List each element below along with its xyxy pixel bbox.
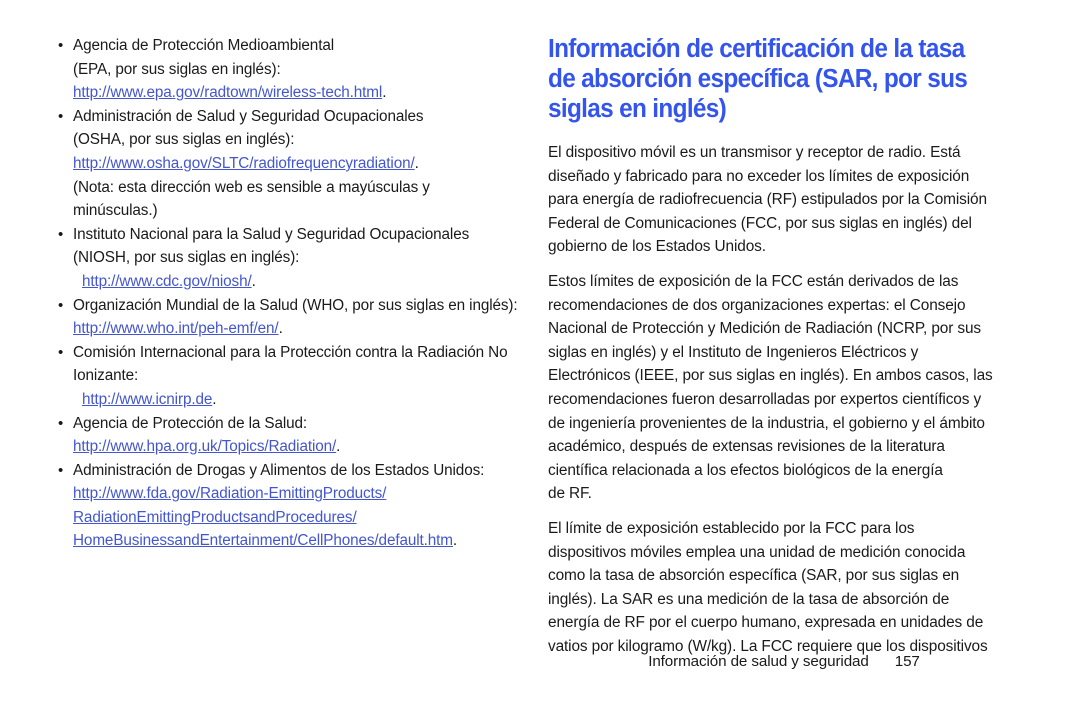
body-paragraph-line: siglas en inglés) y el Instituto de Inge… xyxy=(548,343,919,361)
section-heading-line: siglas en inglés) xyxy=(548,95,727,123)
body-paragraph-line: Nacional de Protección y Medición de Rad… xyxy=(548,320,981,338)
reference-text-line: Agencia de Protección Medioambiental xyxy=(73,37,334,54)
bullet-icon: • xyxy=(58,414,64,432)
reference-url-line: RadiationEmittingProductsandProcedures/ xyxy=(73,506,528,530)
list-item: • Instituto Nacional para la Salud y Segu… xyxy=(58,223,528,294)
bullet-icon: • xyxy=(58,343,64,361)
document-page: • Agencia de Protección Medioambiental (EP… xyxy=(0,0,1080,720)
section-heading-line: Información de certificación de la tasa xyxy=(548,35,965,63)
body-paragraph-line: científica relacionada a los efectos bio… xyxy=(548,461,943,479)
left-column: • Agencia de Protección Medioambiental (EP… xyxy=(58,34,528,553)
body-paragraph-line: académico, después de extensas revisione… xyxy=(548,438,945,456)
body-paragraph-line: inglés). La SAR es una medición de la ta… xyxy=(548,590,950,608)
bullet-icon: • xyxy=(58,461,64,479)
bullet-icon: • xyxy=(58,225,64,243)
reference-text-line: Organización Mundial de la Salud (WHO, p… xyxy=(73,296,518,314)
reference-url-line: http://www.fda.gov/Radiation-EmittingPro… xyxy=(73,482,528,506)
body-paragraph-line: como la tasa de absorción específica (SA… xyxy=(548,567,960,585)
reference-url-line: http://www.hpa.org.uk/Topics/Radiation/. xyxy=(73,435,528,459)
right-column: Información de certificación de la tasa d… xyxy=(548,34,1020,669)
reference-url-line: HomeBusinessandEntertainment/CellPhones/… xyxy=(73,529,528,553)
body-paragraph-line: Federal de Comunicaciones (FCC, por sus … xyxy=(548,214,972,232)
reference-link[interactable]: http://www.cdc.gov/niosh/ xyxy=(82,273,252,290)
reference-link[interactable]: http://www.epa.gov/radtown/wireless-tech… xyxy=(73,84,382,101)
body-paragraph: El dispositivo móvil es un transmisor y … xyxy=(548,141,1020,259)
list-item: • Agencia de Protección de la Salud: http:… xyxy=(58,412,528,459)
bullet-icon: • xyxy=(58,37,64,54)
list-item: • Comisión Internacional para la Protecci… xyxy=(58,341,528,412)
page-footer: Información de salud y seguridad 157 xyxy=(548,652,1020,672)
reference-link[interactable]: HomeBusinessandEntertainment/CellPhones/… xyxy=(73,532,453,549)
reference-text-line: Administración de Salud y Seguridad Ocup… xyxy=(73,107,424,125)
reference-text-line: (EPA, por sus siglas en inglés): xyxy=(73,60,281,78)
body-paragraph-line: de ingeniería provenientes de la industr… xyxy=(548,414,985,432)
body-paragraph-line: gobierno de los Estados Unidos. xyxy=(548,238,766,256)
list-item: • Administración de Salud y Seguridad Ocu… xyxy=(58,105,528,223)
reference-url-line: http://www.icnirp.de. xyxy=(73,388,528,412)
reference-link[interactable]: http://www.who.int/peh-emf/en/ xyxy=(73,320,279,337)
body-paragraph-line: Electrónicos (IEEE, por sus siglas en in… xyxy=(548,367,993,385)
reference-link[interactable]: http://www.hpa.org.uk/Topics/Radiation/ xyxy=(73,438,336,455)
body-paragraph-line: recomendaciones fueron desarrolladas por… xyxy=(548,390,982,408)
reference-url-line: http://www.cdc.gov/niosh/. xyxy=(73,270,528,294)
body-paragraph: El límite de exposición establecido por … xyxy=(548,517,1020,659)
body-paragraph-line: El dispositivo móvil es un transmisor y … xyxy=(548,144,961,161)
bullet-icon: • xyxy=(58,107,64,125)
sentence-period: . xyxy=(251,272,256,290)
reference-text-line: Ionizante: xyxy=(73,367,139,385)
sentence-period: . xyxy=(414,154,419,172)
reference-text-line: Instituto Nacional para la Salud y Segur… xyxy=(73,225,470,243)
reference-text-line: Comisión Internacional para la Protecció… xyxy=(73,343,508,361)
body-paragraph-line: El límite de exposición establecido por … xyxy=(548,519,915,537)
agency-reference-list: • Agencia de Protección Medioambiental (EP… xyxy=(58,34,528,553)
reference-url-line: http://www.who.int/peh-emf/en/. xyxy=(73,317,528,341)
sentence-period: . xyxy=(452,532,458,550)
section-heading-line: de absorción específica (SAR, por sus xyxy=(548,65,968,93)
reference-text-line: (Nota: esta dirección web es sensible a … xyxy=(73,178,430,196)
body-paragraph-line: dispositivos móviles emplea una unidad d… xyxy=(548,543,966,561)
sentence-period: . xyxy=(278,320,283,338)
body-paragraph-line: para energía de radiofrecuencia (RF) est… xyxy=(548,191,987,209)
footer-chapter-title: Información de salud y seguridad xyxy=(648,653,869,670)
footer-page-number: 157 xyxy=(894,653,920,670)
body-paragraphs: El dispositivo móvil es un transmisor y … xyxy=(548,141,1020,658)
reference-text-line: Agencia de Protección de la Salud: xyxy=(73,414,308,432)
list-item: • Agencia de Protección Medioambiental (EP… xyxy=(58,34,528,105)
sentence-period: . xyxy=(382,84,387,102)
bullet-icon: • xyxy=(58,296,64,314)
reference-text-line: (NIOSH, por sus siglas en inglés): xyxy=(73,249,300,267)
body-paragraph-line: diseñado y fabricado para no exceder los… xyxy=(548,167,970,185)
reference-link[interactable]: http://www.osha.gov/SLTC/radiofrequencyr… xyxy=(73,155,415,172)
list-item: • Organización Mundial de la Salud (WHO, … xyxy=(58,294,528,341)
section-heading: Información de certificación de la tasa d… xyxy=(548,34,999,124)
reference-url-line: http://www.epa.gov/radtown/wireless-tech… xyxy=(73,81,528,105)
body-paragraph-line: recomendaciones de dos organizaciones ex… xyxy=(548,296,966,314)
body-paragraph: Estos límites de exposición de la FCC es… xyxy=(548,270,1020,506)
reference-text-line: (OSHA, por sus siglas en inglés): xyxy=(73,131,295,149)
reference-text-line: minúsculas.) xyxy=(73,202,158,220)
body-paragraph-line: de RF. xyxy=(548,485,592,503)
list-item: • Administración de Drogas y Alimentos de… xyxy=(58,459,528,553)
body-paragraph-line: energía de RF por el cuerpo humano, expr… xyxy=(548,614,984,632)
reference-link[interactable]: RadiationEmittingProductsandProcedures/ xyxy=(73,509,357,526)
reference-text-line: Administración de Drogas y Alimentos de … xyxy=(73,461,485,479)
reference-link[interactable]: http://www.fda.gov/Radiation-EmittingPro… xyxy=(73,485,386,502)
body-paragraph-line: Estos límites de exposición de la FCC es… xyxy=(548,272,959,290)
sentence-period: . xyxy=(212,390,217,408)
sentence-period: . xyxy=(336,438,341,456)
reference-link[interactable]: http://www.icnirp.de xyxy=(82,391,212,408)
reference-url-line: http://www.osha.gov/SLTC/radiofrequencyr… xyxy=(73,152,528,176)
